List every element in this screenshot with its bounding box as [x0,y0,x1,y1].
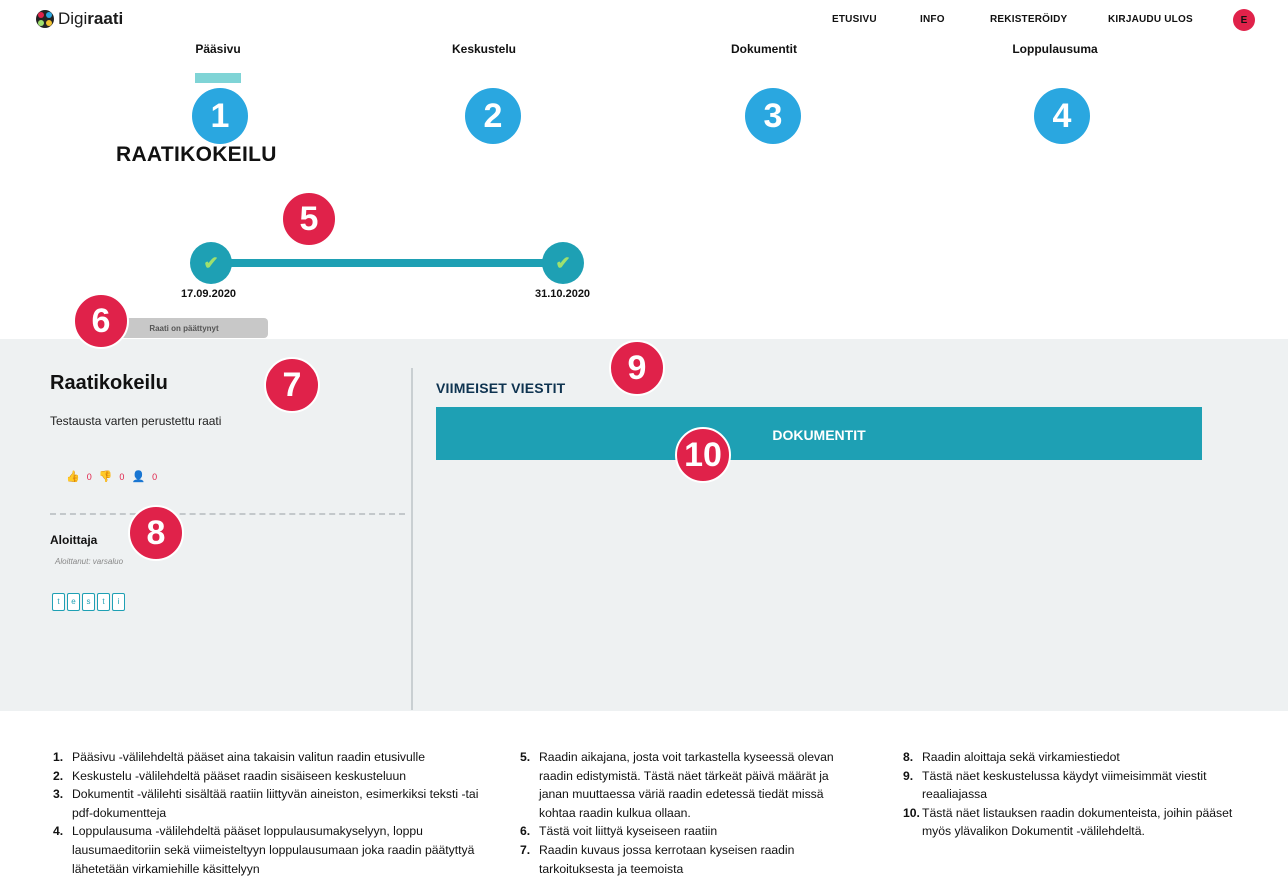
legend-item: 5. Raadin aikajana, josta voit tarkastell… [520,750,834,820]
timeline-end-date: 31.10.2020 [535,288,591,300]
tab-number-4: 4 [1034,88,1090,144]
aloittanut-text: Aloittanut: varsaluo [55,557,124,566]
logo[interactable]: Digiraati [36,9,123,29]
marker-7: 7 [264,357,320,413]
tag[interactable]: e [67,593,80,611]
legend-item: 4. Loppulausuma -välilehdeltä pääset lopp… [53,824,475,876]
marker-5: 5 [281,191,337,247]
timeline-start-date: 17.09.2020 [181,288,237,300]
thumbs-down-icon[interactable]: 👎 [99,470,113,483]
latest-messages-heading: VIIMEISET VIESTIT [436,380,566,396]
legend-item: 2. Keskustelu -välilehdeltä pääset raadin… [53,768,407,783]
tab-paasivu[interactable]: Pääsivu [195,42,240,56]
marker-10: 10 [675,427,731,483]
timeline-bar [212,259,564,267]
nav-kirjaudu-ulos[interactable]: KIRJAUDU ULOS [1108,14,1193,25]
thumbs-up-icon[interactable]: 👍 [66,470,80,483]
legend-column-3: 8. Raadin aloittaja sekä virkamiestiedot … [903,748,1248,841]
user-icon: 👤 [131,471,146,483]
timeline-start-node: ✔ [190,242,232,284]
tab-number-1: 1 [192,88,248,144]
likes-count: 0 [86,471,92,482]
nav-info[interactable]: INFO [920,14,945,25]
marker-8: 8 [128,505,184,561]
legend-item: 1. Pääsivu -välilehdeltä pääset aina taka… [53,750,425,764]
tag[interactable]: s [82,593,95,611]
tag[interactable]: t [97,593,110,611]
dislikes-count: 0 [119,471,125,482]
marker-6: 6 [73,293,129,349]
legend-item: 7. Raadin kuvaus jossa kerrotaan kyseisen… [520,842,795,876]
participants-count: 0 [152,471,158,482]
legend-item: 9. Tästä näet keskustelussa käydyt viimei… [903,768,1207,802]
tag-list: t e s t i [52,593,125,611]
logo-text: Digiraati [58,9,124,28]
avatar[interactable]: E [1233,9,1255,31]
page-title: RAATIKOKEILU [116,143,277,166]
legend-item: 10. Tästä näet listauksen raadin dokument… [903,805,1233,839]
raati-name: Raatikokeilu [50,372,168,394]
legend-column-1: 1. Pääsivu -välilehdeltä pääset aina taka… [53,748,483,878]
documents-button[interactable]: DOKUMENTIT [436,407,1202,460]
legend-item: 3. Dokumentit -välilehti sisältää raatiin… [53,787,479,820]
dashed-divider [50,513,405,515]
logo-icon [36,10,54,28]
nav-rekisteroidy[interactable]: REKISTERÖIDY [990,14,1067,25]
nav-etusivu[interactable]: ETUSIVU [832,14,877,25]
tab-dokumentit[interactable]: Dokumentit [731,42,797,56]
tag[interactable]: t [52,593,65,611]
tag[interactable]: i [112,593,125,611]
tab-loppulausuma[interactable]: Loppulausuma [1012,42,1097,56]
raati-description: Testausta varten perustettu raati [50,414,222,428]
aloittaja-heading: Aloittaja [50,533,98,547]
tab-number-2: 2 [465,88,521,144]
legend-item: 6. Tästä voit liittyä kyseiseen raatiin [520,824,718,839]
tab-keskustelu[interactable]: Keskustelu [452,42,516,56]
marker-9: 9 [609,340,665,396]
active-tab-indicator [195,73,241,83]
check-icon: ✔ [203,252,219,273]
column-divider [411,368,413,710]
legend-column-2: 5. Raadin aikajana, josta voit tarkastell… [520,748,860,878]
timeline-end-node: ✔ [542,242,584,284]
legend-item: 8. Raadin aloittaja sekä virkamiestiedot [903,750,1120,764]
check-icon: ✔ [555,252,571,273]
tab-number-3: 3 [745,88,801,144]
raati-stats: 👍 0 👎 0 👤 0 [66,470,157,483]
